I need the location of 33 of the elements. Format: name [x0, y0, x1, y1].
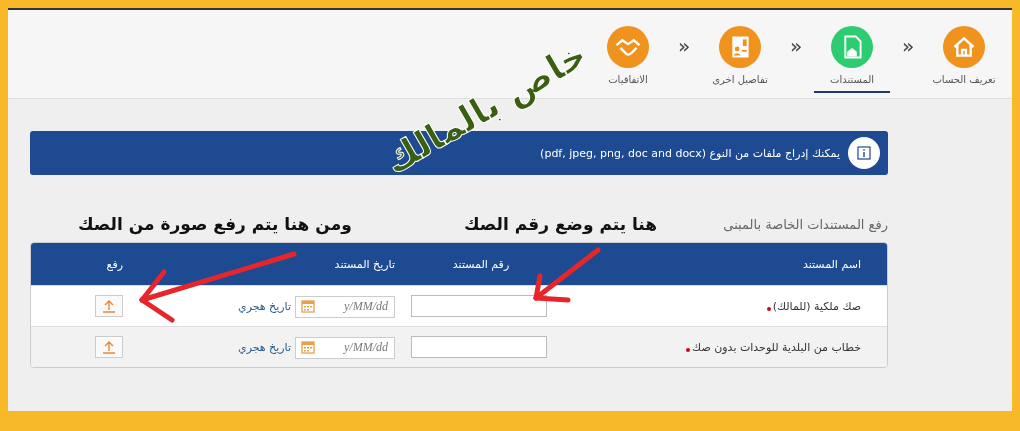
column-header: تاريخ المستند — [333, 257, 396, 271]
step-separator: « — [676, 34, 692, 58]
column-header: رفع — [105, 257, 124, 271]
date-type-link[interactable]: تاريخ هجري — [238, 299, 291, 313]
date-type-link[interactable]: تاريخ هجري — [238, 340, 291, 354]
upload-button[interactable] — [95, 295, 123, 317]
column-header: اسم المستند — [801, 257, 862, 271]
document-number-field[interactable] — [411, 336, 547, 358]
info-icon — [848, 137, 880, 169]
step-tab[interactable]: تعريف الحساب — [926, 26, 1002, 93]
section-title: رفع المستندات الخاصة بالمبنى — [723, 217, 888, 232]
step-tab[interactable]: تفاصيل اخرى — [702, 26, 778, 93]
calendar-icon — [301, 340, 315, 354]
step-tab[interactable]: الاتفاقيات — [590, 26, 666, 93]
document-number-field[interactable] — [411, 295, 547, 317]
upload-icon — [102, 340, 116, 354]
date-field[interactable]: y/MM/dd — [295, 336, 395, 359]
info-text: يمكنك إدراج ملفات من النوع (pdf, jpeg, png, doc and docx) — [540, 146, 840, 160]
date-field[interactable]: y/MM/dd — [295, 295, 395, 318]
step-separator: « — [900, 34, 916, 58]
home-step-icon — [943, 26, 985, 68]
step-separator: « — [788, 34, 804, 58]
document-step-icon — [831, 26, 873, 68]
upload-button[interactable] — [95, 336, 123, 358]
upload-icon — [102, 299, 116, 313]
invoice-step-icon — [719, 26, 761, 68]
annotation-note: ومن هنا يتم رفع صورة من الصك — [78, 214, 352, 234]
document-name: صك ملكية (للمالك) — [772, 299, 861, 313]
calendar-icon — [301, 299, 315, 313]
annotation-note: هنا يتم وضع رقم الصك — [464, 214, 658, 234]
column-header: رقم المستند — [451, 257, 511, 271]
step-tab[interactable]: المستندات — [814, 26, 890, 93]
document-name: خطاب من البلدية للوحدات بدون صك — [692, 340, 861, 354]
